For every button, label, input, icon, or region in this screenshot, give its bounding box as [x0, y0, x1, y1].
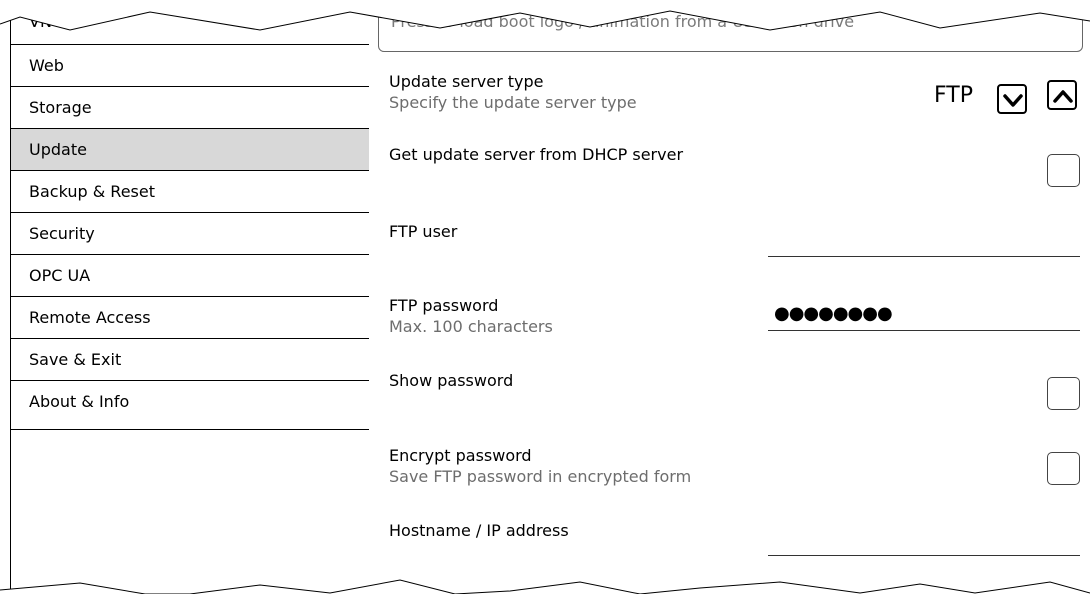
sidebar-item-backup-reset[interactable]: Backup & Reset: [11, 171, 369, 213]
sidebar-item-security[interactable]: Security: [11, 213, 369, 255]
ftp-password-label: FTP password: [389, 296, 499, 315]
sidebar-item-opc-ua[interactable]: OPC UA: [11, 255, 369, 297]
sidebar-item-save-exit[interactable]: Save & Exit: [11, 339, 369, 381]
update-settings-panel: Press to load boot logo / animation from…: [370, 0, 1090, 594]
update-server-type-label: Update server type: [389, 72, 544, 91]
torn-edge-bottom: [0, 579, 1090, 594]
sidebar-item-about-info[interactable]: About & Info: [11, 381, 369, 430]
ftp-password-description: Max. 100 characters: [389, 317, 553, 336]
dhcp-label: Get update server from DHCP server: [389, 145, 684, 164]
sidebar-item-update[interactable]: Update: [11, 129, 369, 171]
ftp-password-value: ●●●●●●●●: [774, 303, 893, 324]
update-server-type-value: FTP: [934, 83, 973, 108]
settings-sidebar: VNC Web Storage Update Backup & Reset Se…: [10, 0, 369, 594]
server-type-down-button[interactable]: [997, 84, 1027, 114]
encrypt-password-label: Encrypt password: [389, 446, 532, 465]
torn-edge-top: [0, 0, 1090, 31]
ftp-password-input[interactable]: [768, 330, 1080, 331]
chevron-down-icon: [1003, 94, 1023, 107]
show-password-label: Show password: [389, 371, 514, 390]
dhcp-checkbox[interactable]: [1047, 154, 1080, 187]
sidebar-item-storage[interactable]: Storage: [11, 87, 369, 129]
ftp-user-label: FTP user: [389, 222, 458, 241]
ftp-user-input[interactable]: [768, 256, 1080, 257]
hostname-label: Hostname / IP address: [389, 521, 569, 540]
chevron-up-icon: [1053, 90, 1073, 103]
show-password-checkbox[interactable]: [1047, 377, 1080, 410]
sidebar-item-remote-access[interactable]: Remote Access: [11, 297, 369, 339]
update-server-type-description: Specify the update server type: [389, 93, 637, 112]
encrypt-password-checkbox[interactable]: [1047, 452, 1080, 485]
server-type-up-button[interactable]: [1047, 80, 1077, 110]
encrypt-password-description: Save FTP password in encrypted form: [389, 467, 692, 486]
sidebar-item-web[interactable]: Web: [11, 45, 369, 87]
